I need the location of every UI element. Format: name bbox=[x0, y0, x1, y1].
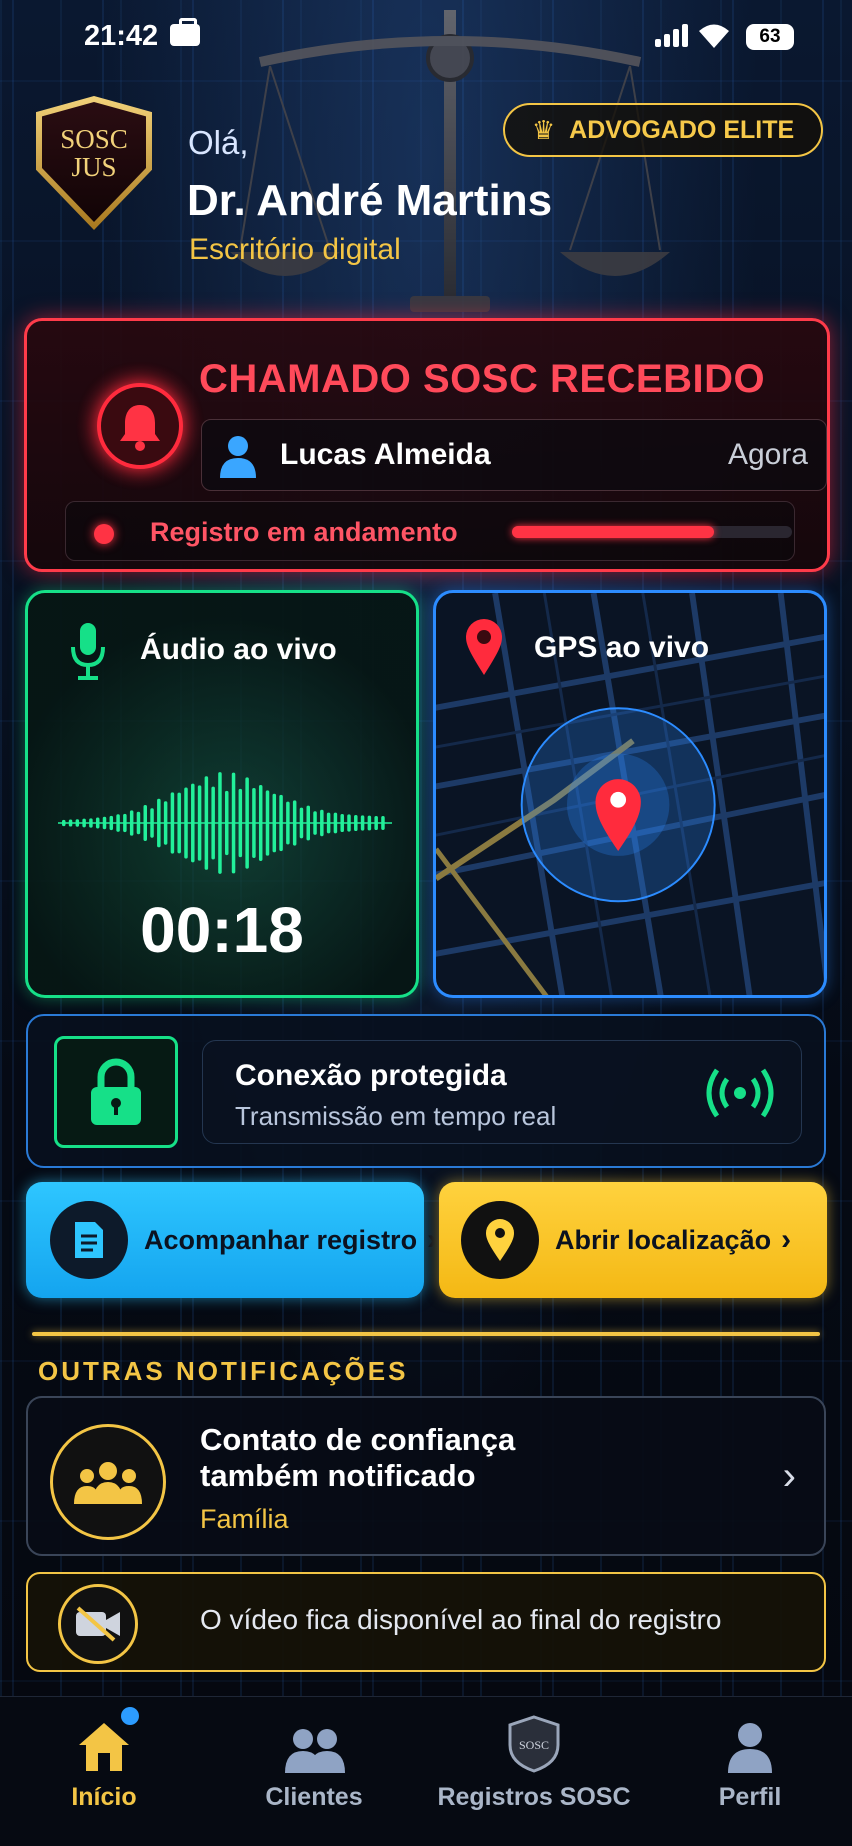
caller-name: Lucas Almeida bbox=[280, 438, 491, 471]
audio-timer: 00:18 bbox=[140, 894, 304, 966]
trusted-contact-group: Família bbox=[200, 1504, 289, 1534]
greeting: Olá, bbox=[188, 124, 249, 161]
record-progress-bar bbox=[512, 526, 792, 538]
logo-text-line-2: JUS bbox=[71, 152, 117, 182]
user-subtitle: Escritório digital bbox=[189, 233, 401, 266]
video-off-icon bbox=[58, 1584, 138, 1664]
battery-indicator: 63 bbox=[746, 24, 794, 50]
trusted-contact-title-line-2: também notificado bbox=[200, 1458, 476, 1493]
open-location-label: Abrir localização bbox=[555, 1224, 772, 1255]
nav-label-inicio: Início bbox=[71, 1783, 137, 1811]
cellular-signal-icon bbox=[655, 24, 688, 47]
nav-label-clientes: Clientes bbox=[265, 1783, 363, 1811]
nav-label-perfil: Perfil bbox=[718, 1783, 782, 1811]
notification-dot bbox=[121, 1707, 139, 1725]
section-divider bbox=[32, 1332, 820, 1336]
chevron-right-icon: › bbox=[427, 1223, 438, 1256]
caller-row[interactable]: Lucas Almeida Agora bbox=[201, 419, 827, 491]
bell-icon bbox=[97, 383, 183, 469]
bottom-navigation: Início Clientes SOSC Registros SOSC Perf… bbox=[0, 1696, 852, 1846]
briefcase-icon bbox=[170, 18, 200, 46]
trusted-contact-title: Contato de confiança também notificado bbox=[200, 1422, 515, 1494]
recording-dot-icon bbox=[94, 524, 114, 544]
family-group-icon bbox=[50, 1424, 166, 1540]
video-notice-text: O vídeo fica disponível ao final do regi… bbox=[200, 1604, 722, 1635]
protected-connection-card: Conexão protegida Transmissão em tempo r… bbox=[26, 1014, 826, 1168]
nav-item-clientes[interactable]: Clientes bbox=[254, 1713, 374, 1812]
chevron-right-icon: › bbox=[782, 1454, 796, 1498]
video-availability-notice: O vídeo fica disponível ao final do regi… bbox=[26, 1572, 826, 1672]
record-status-text: Registro em andamento bbox=[150, 517, 458, 547]
record-progress-fill bbox=[512, 526, 714, 538]
microphone-icon bbox=[71, 623, 105, 680]
crown-icon: ♛ bbox=[531, 114, 556, 145]
sosc-call-alert-card[interactable]: CHAMADO SOSC RECEBIDO Lucas Almeida Agor… bbox=[24, 318, 830, 572]
track-record-button[interactable]: Acompanhar registro › bbox=[26, 1182, 437, 1298]
nav-item-inicio[interactable]: Início bbox=[54, 1713, 154, 1812]
other-notifications-heading: OUTRAS NOTIFICAÇÕES bbox=[38, 1356, 409, 1386]
track-record-label: Acompanhar registro bbox=[144, 1224, 418, 1255]
svg-text:SOSC: SOSC bbox=[519, 1738, 549, 1752]
open-location-button[interactable]: Abrir localização › bbox=[439, 1182, 827, 1298]
logo-text-line-1: SOSC bbox=[60, 124, 128, 154]
lock-icon bbox=[54, 1036, 178, 1148]
nav-label-registros: Registros SOSC bbox=[437, 1783, 631, 1811]
trusted-contact-notification[interactable]: Contato de confiança também notificado F… bbox=[26, 1396, 826, 1556]
chevron-right-icon: › bbox=[781, 1223, 792, 1256]
trusted-contact-title-line-1: Contato de confiança bbox=[200, 1422, 516, 1457]
connection-subtitle: Transmissão em tempo real bbox=[235, 1101, 557, 1131]
person-icon bbox=[220, 436, 256, 478]
status-time: 21:42 bbox=[84, 20, 159, 52]
home-icon bbox=[54, 1713, 154, 1773]
alert-bell-glow bbox=[75, 361, 205, 491]
record-status-row: Registro em andamento bbox=[65, 501, 795, 561]
elite-badge[interactable]: ♛ ADVOGADO ELITE bbox=[503, 103, 823, 157]
wifi-icon bbox=[699, 24, 729, 48]
audio-waveform bbox=[58, 772, 392, 874]
map-pin-icon bbox=[461, 1201, 539, 1279]
people-icon bbox=[254, 1713, 374, 1773]
live-gps-panel[interactable]: GPS ao vivo bbox=[433, 590, 827, 998]
location-pin-icon bbox=[466, 619, 502, 675]
nav-item-perfil[interactable]: Perfil bbox=[700, 1713, 800, 1812]
connection-info: Conexão protegida Transmissão em tempo r… bbox=[202, 1040, 802, 1144]
live-audio-panel[interactable]: Áudio ao vivo 00:18 bbox=[25, 590, 419, 998]
shield-icon: SOSC bbox=[434, 1713, 634, 1773]
connection-title: Conexão protegida bbox=[235, 1059, 507, 1092]
gps-title: GPS ao vivo bbox=[534, 631, 710, 664]
elite-badge-label: ADVOGADO ELITE bbox=[569, 115, 795, 144]
alert-title: CHAMADO SOSC RECEBIDO bbox=[199, 357, 766, 401]
caller-time: Agora bbox=[727, 438, 808, 471]
profile-icon bbox=[700, 1713, 800, 1773]
broadcast-signal-icon bbox=[706, 1068, 774, 1118]
nav-item-registros[interactable]: SOSC Registros SOSC bbox=[434, 1713, 634, 1812]
document-icon bbox=[50, 1201, 128, 1279]
user-name: Dr. André Martins bbox=[187, 176, 553, 225]
audio-title: Áudio ao vivo bbox=[140, 633, 337, 666]
status-bar: 21:42 63 bbox=[0, 0, 852, 76]
